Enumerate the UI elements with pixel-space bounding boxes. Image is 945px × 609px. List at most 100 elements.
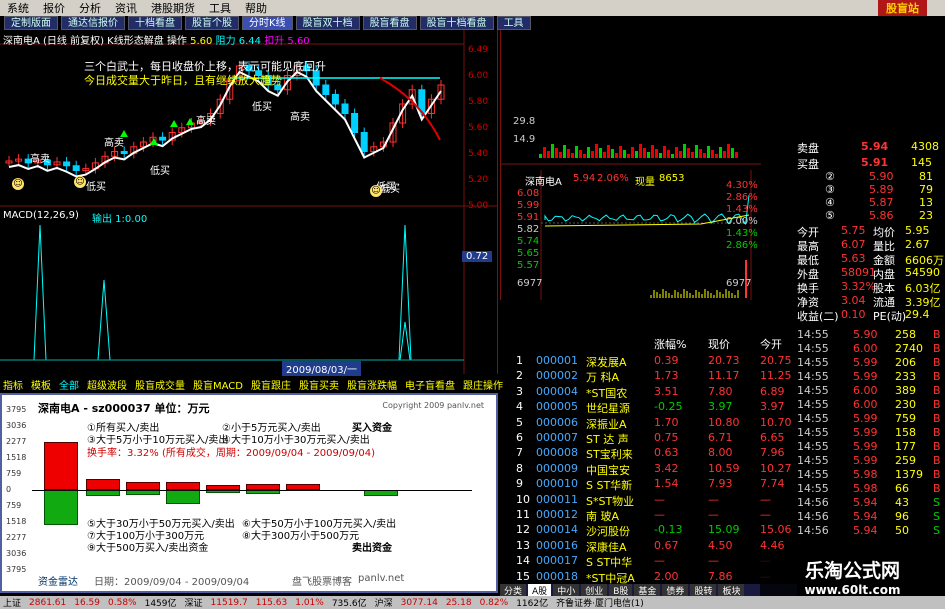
indicator-tab-2[interactable]: 全部 [56, 377, 82, 392]
menu-system[interactable]: 系统 [0, 0, 36, 16]
layout-tab-1[interactable]: 通达信报价 [61, 16, 125, 30]
indicator-tab-1[interactable]: 模板 [28, 377, 54, 392]
signal-label: 高卖 [30, 154, 50, 165]
volume-bar [723, 151, 726, 158]
layout-tab-6[interactable]: 股盲看盘 [362, 16, 417, 30]
tick-row: 14:56 5.94 50 S [797, 524, 945, 538]
status-item: 上证 [3, 599, 22, 609]
stock-row[interactable]: 10 000011 S*ST物业 — — — [512, 493, 797, 508]
layout-tab-2[interactable]: 十档看盘 [128, 16, 182, 30]
market-tab-0[interactable]: 分类 [500, 584, 527, 597]
indicator-tab-5[interactable]: 股盲MACD [190, 377, 246, 392]
stock-row[interactable]: 3 000004 *ST国农 3.51 7.80 6.89 [512, 385, 797, 400]
indicator-tab-3[interactable]: 超级波段 [84, 377, 130, 392]
stock-row[interactable]: 11 000012 南 玻A — — — [512, 508, 797, 523]
stock-row[interactable]: 5 000006 深振业A 1.70 10.80 10.70 [512, 416, 797, 431]
stock-row[interactable]: 15000018*ST中冠A2.007.86— [512, 570, 797, 585]
stock-open: 7.74 [760, 477, 785, 491]
stock-row[interactable]: 8 000009 中国宝安 3.42 10.59 10.27 [512, 462, 797, 477]
indicator-tab-0[interactable]: 指标 [0, 377, 26, 392]
indicator-tab-9[interactable]: 电子盲看盘 [402, 377, 458, 392]
layout-tab-0[interactable]: 定制版面 [4, 16, 58, 30]
layout-tab-5[interactable]: 股盲双十档 [295, 16, 360, 30]
flow-axis-label: 2277 [6, 533, 27, 542]
market-tab-2[interactable]: 中小 [553, 584, 580, 597]
market-tab-7[interactable]: 股转 [690, 584, 717, 597]
layout-tab-3[interactable]: 股盲个股 [185, 16, 239, 30]
mid-axis-top-1: 29.8 [513, 116, 536, 127]
indicator-tab-4[interactable]: 股盲成交量 [132, 377, 188, 392]
tick-time: 14:55 [797, 398, 829, 411]
menu-info[interactable]: 资讯 [108, 0, 144, 16]
tick-time: 14:55 [797, 482, 829, 495]
stock-open: 10.27 [760, 461, 792, 475]
stock-price: 6.71 [708, 431, 733, 444]
menu-tools[interactable]: 工具 [202, 0, 238, 16]
volume-bar [607, 145, 610, 158]
stock-row[interactable]: 7 000008 ST宝利来 0.63 8.00 7.96 [512, 446, 797, 461]
indicator-tab-7[interactable]: 股盲买卖 [296, 377, 342, 392]
stock-row[interactable]: 14000017S ST中华——— [512, 554, 797, 569]
tick-price: 5.98 [853, 468, 878, 481]
market-tab-6[interactable]: 债券 [662, 584, 689, 597]
ask-label: 卖盘 [797, 142, 819, 155]
stat-value: 6.07 [841, 238, 866, 251]
market-tab-4[interactable]: B股 [609, 584, 633, 597]
bid-level-row: ② 5.90 81 [797, 170, 945, 184]
mid-pct-axis: 0.00% [726, 216, 758, 227]
menu-quote[interactable]: 报价 [36, 0, 72, 16]
stock-row[interactable]: 13 000016 深康佳A 0.67 4.50 4.46 [512, 539, 797, 554]
col-open[interactable]: 今开 [760, 336, 782, 352]
stock-change: — [654, 508, 665, 521]
stock-list[interactable]: 涨幅% 现价 今开 1 000001 深发展A 0.39 20.73 20.75 2 0000… [512, 336, 797, 600]
indicator-tab-10[interactable]: 跟庄操作 [460, 377, 506, 392]
stock-open: 7.96 [760, 446, 785, 460]
watermark: 乐淘公式网 www.60lt.com [760, 556, 945, 600]
menu-analysis[interactable]: 分析 [72, 0, 108, 16]
tick-volume: 389 [895, 384, 916, 397]
stock-change: — [654, 554, 665, 568]
status-item: 深证 [184, 599, 203, 609]
market-tab-8[interactable]: 板块 [718, 584, 745, 597]
tick-time: 14:55 [797, 468, 829, 481]
stock-open: 20.75 [760, 354, 792, 367]
stock-row[interactable]: 6 000007 ST 达 声 0.75 6.71 6.65 [512, 431, 797, 446]
tick-side: B [933, 398, 941, 411]
menu-help[interactable]: 帮助 [238, 0, 274, 16]
stock-row[interactable]: 9 000010 S ST华新 1.54 7.93 7.74 [512, 477, 797, 492]
menu-hk-futures[interactable]: 港股期货 [144, 0, 202, 16]
tick-price: 5.94 [853, 524, 878, 537]
kline-axis-label: 6.49 [468, 45, 488, 55]
flow-bar-buy [126, 482, 160, 490]
stock-row[interactable]: 2 000002 万 科A 1.73 11.17 11.25 [512, 369, 797, 384]
flow-brand: 盘飞股票博客 [292, 577, 352, 588]
volume-bar [615, 153, 618, 158]
row-index: 4 [516, 400, 523, 414]
stock-row[interactable]: 1 000001 深发展A 0.39 20.73 20.75 [512, 354, 797, 369]
stock-code: 000018 [536, 569, 578, 583]
mid-pct-axis: 1.43% [726, 228, 758, 239]
col-price[interactable]: 现价 [708, 336, 730, 352]
intraday-panel[interactable]: 29.8 14.9 深南电A 5.94 2.06% 现量 8653 6.08 5.… [500, 30, 761, 300]
stock-row[interactable]: 12 000014 沙河股份 -0.13 15.09 15.06 [512, 523, 797, 538]
market-tab-5[interactable]: 基金 [634, 584, 661, 597]
market-tab-3[interactable]: 创业 [581, 584, 608, 597]
stat-value: 29.4 [905, 308, 930, 321]
volume-bar [583, 154, 586, 158]
col-change[interactable]: 涨幅% [654, 336, 686, 352]
indicator-tab-6[interactable]: 股盲跟庄 [248, 377, 294, 392]
op-label: 操作 [166, 36, 187, 47]
stock-code: 000001 [536, 354, 578, 367]
indicator-tab-8[interactable]: 股盲涨跌幅 [344, 377, 400, 392]
kline-panel[interactable]: 6.49 6.00 5.80 5.60 5.40 5.20 5.00 深南电A (日线 前复… [0, 30, 498, 376]
tick-price: 6.00 [853, 398, 878, 411]
macd-value: 0.72 [462, 251, 493, 262]
market-tab-1[interactable]: A股 [528, 584, 552, 597]
layout-tab-4[interactable]: 分时K线 [242, 16, 293, 30]
stock-row[interactable]: 4 000005 世纪星源 -0.25 3.97 3.97 [512, 400, 797, 415]
layout-tab-8[interactable]: 工具 [496, 16, 531, 30]
stock-open: 6.89 [760, 384, 785, 398]
kline-axis-label: 5.80 [468, 97, 488, 107]
stock-open: 10.70 [760, 415, 792, 429]
layout-tab-7[interactable]: 股盲十档看盘 [419, 16, 494, 30]
